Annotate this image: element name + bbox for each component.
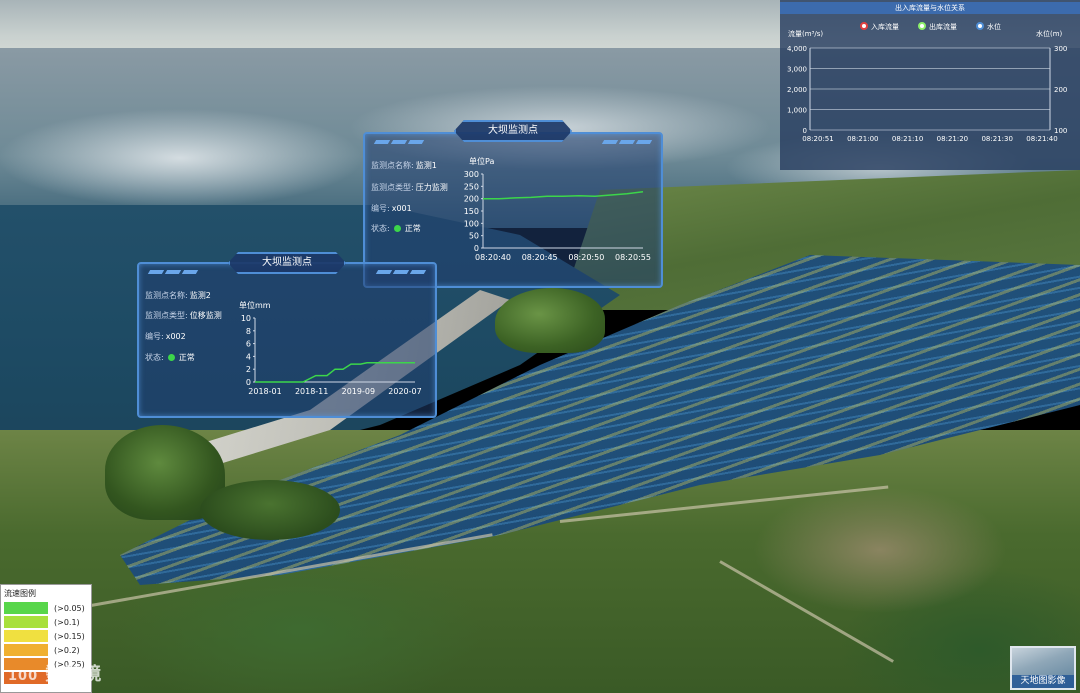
right-axis-label: 水位(m) <box>1036 29 1063 38</box>
series-line <box>483 191 644 200</box>
x-tick-label: 08:21:10 <box>892 135 923 143</box>
legend-swatch <box>4 602 48 614</box>
monitor-type-field: 监测点类型: 压力监测 <box>371 183 448 192</box>
monitor-id-field: 编号: x001 <box>371 204 412 213</box>
series-line <box>255 362 415 383</box>
panel-1-title: 大坝监测点 <box>454 120 572 142</box>
legend-label: 水位 <box>987 22 1001 31</box>
monitor-status-field: 状态: 正常 <box>145 353 195 362</box>
hill <box>495 288 605 353</box>
left-axis-label: 流量(m³/s) <box>788 29 823 38</box>
legend-label: (>0.2) <box>54 645 80 655</box>
monitor-type-field: 监测点类型: 位移监测 <box>145 311 222 320</box>
y-tick-label: 200 <box>464 195 479 204</box>
displacement-chart: 0 2 4 6 8 10 2018-01 2018-11 2019-09 2020-07 <box>241 314 422 396</box>
flow-waterlevel-chart-panel: 出入库流量与水位关系 入库流量 出库流量 水位 流量(m³/s) 水位(m) 0 1,… <box>780 0 1080 170</box>
x-tick-label: 08:21:40 <box>1026 135 1057 143</box>
panel-2-title: 大坝监测点 <box>228 252 346 274</box>
y-tick-label: 0 <box>474 244 479 253</box>
panel-decoration <box>601 140 653 144</box>
y2-tick-label: 100 <box>1054 127 1067 135</box>
legend-marker-icon <box>860 22 868 30</box>
legend-marker-icon <box>976 22 984 30</box>
legend-label: 出库流量 <box>929 22 957 31</box>
legend-label: (>0.05) <box>54 603 85 613</box>
y-tick-label: 6 <box>246 340 251 349</box>
panel-decoration <box>373 140 425 144</box>
chart-unit: 单位Pa <box>469 157 495 166</box>
legend-item: (>0.15) <box>1 629 91 643</box>
legend-swatch <box>4 630 48 642</box>
panel-decoration <box>147 270 199 274</box>
y-tick-label: 10 <box>241 314 251 323</box>
y-tick-label: 150 <box>464 207 479 216</box>
monitor-id-field: 编号: x002 <box>145 332 186 341</box>
y-tick-label: 2 <box>246 365 251 374</box>
y-tick-label: 50 <box>469 232 479 241</box>
monitor-status-field: 状态: 正常 <box>371 224 421 233</box>
legend-item: (>0.1) <box>1 615 91 629</box>
y-tick-label: 8 <box>246 327 251 336</box>
status-dot-icon <box>393 225 401 232</box>
y-tick-label: 1,000 <box>787 107 807 115</box>
monitor-name-field: 监测点名称: 监测2 <box>145 291 211 300</box>
legend-swatch <box>4 644 48 656</box>
x-tick-label: 08:21:20 <box>937 135 968 143</box>
watermark: 100 数跨境 <box>8 664 103 685</box>
y-tick-label: 4 <box>246 352 251 361</box>
legend-label: 入库流量 <box>871 22 899 31</box>
basemap-switch-button[interactable]: 天地图影像 <box>1010 646 1076 690</box>
x-tick-label: 08:21:30 <box>981 135 1012 143</box>
y-tick-label: 3,000 <box>787 66 807 74</box>
x-tick-label: 2018-11 <box>295 387 328 396</box>
x-tick-label: 08:20:50 <box>568 253 604 262</box>
legend-swatch <box>4 616 48 628</box>
x-tick-label: 08:20:40 <box>475 253 511 262</box>
legend-label: (>0.15) <box>54 631 85 641</box>
y2-tick-label: 300 <box>1054 45 1067 53</box>
chart-unit: 单位mm <box>239 301 271 310</box>
y-tick-label: 100 <box>464 219 479 228</box>
y-tick-label: 250 <box>464 182 479 191</box>
y-tick-label: 4,000 <box>787 45 807 53</box>
x-tick-label: 2019-09 <box>342 387 375 396</box>
basemap-label: 天地图影像 <box>1012 675 1074 688</box>
x-tick-label: 08:20:51 <box>802 135 833 143</box>
y-tick-label: 2,000 <box>787 86 807 94</box>
y-tick-label: 0 <box>246 378 251 387</box>
legend-title: 流速图例 <box>4 589 36 598</box>
panel-decoration <box>375 270 427 274</box>
y2-tick-label: 200 <box>1054 86 1067 94</box>
status-dot-icon <box>167 354 175 361</box>
monitor-name-field: 监测点名称: 监测1 <box>371 161 437 170</box>
legend-marker-icon <box>918 22 926 30</box>
legend-item: (>0.2) <box>1 643 91 657</box>
x-tick-label: 2020-07 <box>388 387 421 396</box>
legend-item: (>0.05) <box>1 601 91 615</box>
dam-monitor-panel-2[interactable]: 监测点名称: 监测2 监测点类型: 位移监测 编号: x002 状态: 正常 单位mm … <box>137 262 437 418</box>
x-tick-label: 08:21:00 <box>847 135 878 143</box>
y-tick-label: 300 <box>464 170 479 179</box>
x-tick-label: 08:20:55 <box>615 253 651 262</box>
pressure-chart: 0 50 100 150 200 250 300 08:20:40 08:20:45 08:20:… <box>464 170 651 262</box>
y-tick-label: 0 <box>803 127 807 135</box>
x-tick-label: 08:20:45 <box>522 253 558 262</box>
flow-chart-svg: 入库流量 出库流量 水位 流量(m³/s) 水位(m) 0 1,000 2,000 3,0… <box>787 22 1067 143</box>
legend-label: (>0.1) <box>54 617 80 627</box>
hill <box>200 480 340 540</box>
x-tick-label: 2018-01 <box>248 387 281 396</box>
